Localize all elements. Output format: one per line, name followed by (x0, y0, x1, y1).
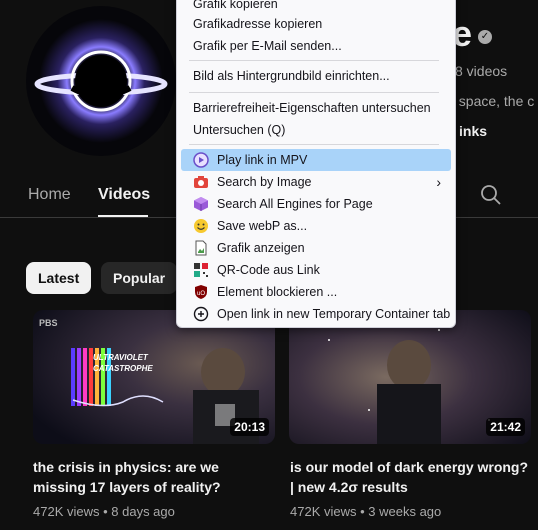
menu-item-label: Save webP as... (217, 219, 308, 233)
video-metadata: 472K views • 3 weeks ago (290, 504, 442, 519)
menu-item-view-image[interactable]: Grafik anzeigen (181, 237, 451, 259)
menu-item-label: Search by Image (217, 175, 312, 189)
filter-chip-popular[interactable]: Popular (101, 262, 178, 294)
submenu-chevron-icon: › (436, 174, 441, 190)
ublock-shield-icon: uO (195, 285, 207, 299)
menu-item-label: QR-Code aus Link (217, 263, 320, 277)
menu-item-label: Element blockieren ... (217, 285, 338, 299)
menu-separator (189, 60, 439, 61)
menu-separator (189, 144, 439, 145)
menu-item-label: Untersuchen (Q) (193, 123, 286, 137)
qr-code-icon (194, 263, 208, 277)
menu-item-label: Grafik per E-Mail senden... (193, 39, 342, 53)
menu-item-label: Grafik anzeigen (217, 241, 305, 255)
video-age: 3 weeks ago (368, 504, 442, 519)
menu-item-search-all-engines[interactable]: Search All Engines for Page (181, 193, 451, 215)
tab-videos[interactable]: Videos (98, 186, 150, 204)
video-title[interactable]: is our model of dark energy wrong? | new… (290, 457, 530, 497)
menu-item-inspect[interactable]: Untersuchen (Q) (181, 119, 451, 141)
menu-item-copy-image-address[interactable]: Grafikadresse kopieren (181, 13, 451, 35)
menu-item-qr-code[interactable]: QR-Code aus Link (181, 259, 451, 281)
video-age: 8 days ago (111, 504, 175, 519)
filter-chip-latest[interactable]: Latest (26, 262, 92, 294)
video-metadata: 472K views • 8 days ago (33, 504, 175, 519)
menu-item-label: Play link in MPV (217, 153, 308, 167)
menu-item-label: Grafikadresse kopieren (193, 17, 323, 31)
video-views: 472K views (33, 504, 100, 519)
menu-item-search-by-image[interactable]: Search by Image › (181, 171, 451, 193)
image-file-icon (195, 240, 207, 256)
menu-separator (189, 92, 439, 93)
menu-item-temporary-container[interactable]: Open link in new Temporary Container tab (181, 303, 451, 325)
menu-item-set-wallpaper[interactable]: Bild als Hintergrundbild einrichten... (181, 65, 451, 87)
svg-text:uO: uO (197, 291, 205, 297)
container-plus-icon (193, 306, 209, 322)
menu-item-block-element[interactable]: uO Element blockieren ... (181, 281, 451, 303)
video-views: 472K views (290, 504, 357, 519)
channel-avatar[interactable] (26, 6, 176, 156)
verified-badge-icon: ✓ (478, 30, 492, 44)
thumbnail-overlay-text: ULTRAVIOLET CATASTROPHE (93, 353, 153, 373)
menu-item-label: Barrierefreiheit-Eigenschaften untersuch… (193, 101, 431, 115)
video-title[interactable]: the crisis in physics: are we missing 17… (33, 457, 273, 497)
menu-item-play-in-mpv[interactable]: Play link in MPV (181, 149, 451, 171)
channel-links[interactable]: inks (459, 123, 487, 139)
menu-item-label: Bild als Hintergrundbild einrichten... (193, 69, 390, 83)
pbs-watermark: PBS (39, 318, 58, 328)
search-icon[interactable] (480, 184, 502, 206)
menu-item-accessibility-inspect[interactable]: Barrierefreiheit-Eigenschaften untersuch… (181, 97, 451, 119)
video-thumbnail[interactable]: 21:42 (289, 310, 531, 444)
active-tab-indicator (98, 215, 148, 217)
tab-home[interactable]: Home (28, 186, 71, 204)
video-duration: 21:42 (486, 418, 525, 436)
smiley-icon (194, 219, 208, 233)
video-count: 8 videos (455, 63, 508, 79)
video-thumbnail[interactable]: PBS ULTRAVIOLET CATASTROPHE 20:13 (33, 310, 275, 444)
mpv-play-icon (193, 152, 209, 168)
menu-item-label: Search All Engines for Page (217, 197, 373, 211)
context-menu: Grafik kopieren Grafikadresse kopieren G… (176, 0, 456, 328)
cube-icon (194, 197, 208, 211)
camera-icon (194, 176, 208, 188)
menu-item-email-image[interactable]: Grafik per E-Mail senden... (181, 35, 451, 57)
menu-item-label: Open link in new Temporary Container tab (217, 307, 451, 321)
video-duration: 20:13 (230, 418, 269, 436)
menu-item-save-webp[interactable]: Save webP as... (181, 215, 451, 237)
channel-description[interactable]: f space, the c (451, 93, 534, 109)
black-hole-logo (34, 19, 168, 143)
